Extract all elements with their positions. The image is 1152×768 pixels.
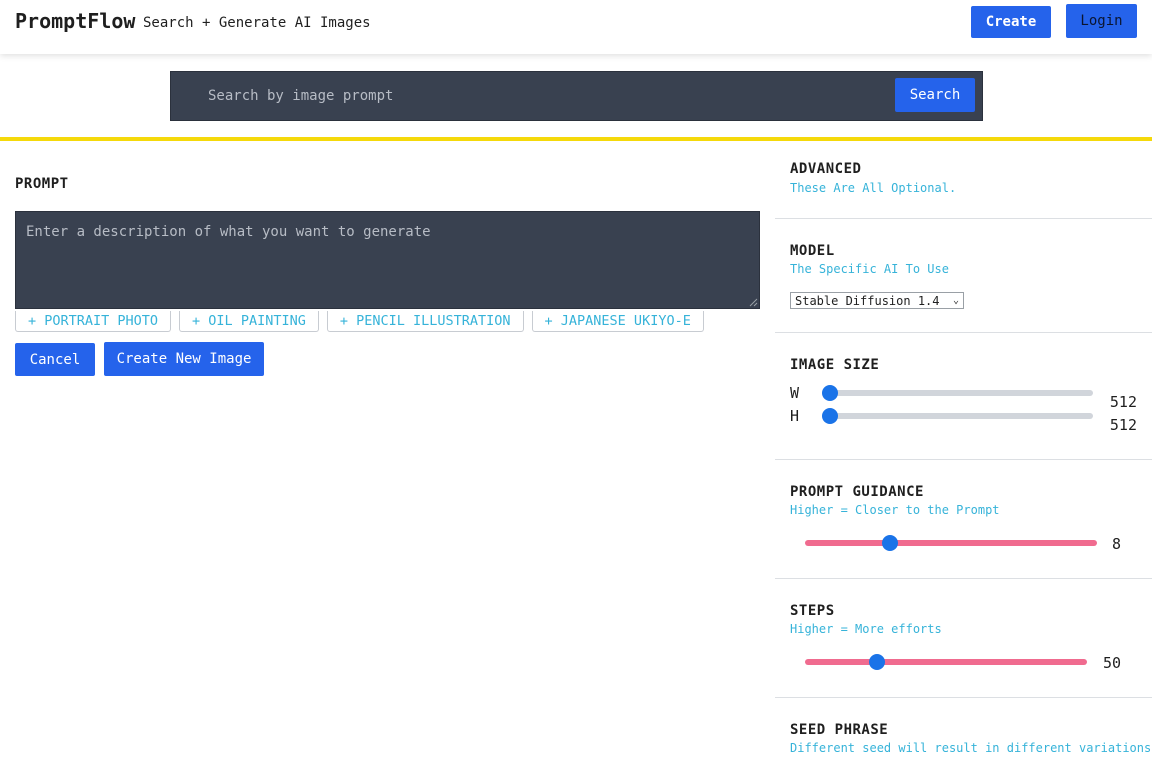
guidance-slider[interactable] (805, 535, 1097, 551)
seed-subtitle: Different seed will result in different … (790, 741, 1152, 755)
height-label: H (790, 407, 800, 425)
chip-japanese-ukiyo-e[interactable]: + JAPANESE UKIYO-E (531, 311, 704, 332)
height-slider[interactable] (822, 408, 1093, 424)
app-tagline: Search + Generate AI Images (143, 15, 371, 31)
app-logo[interactable]: PromptFlow (15, 9, 135, 33)
cancel-button[interactable]: Cancel (15, 343, 95, 376)
width-slider-thumb[interactable] (822, 385, 838, 401)
style-chip-list: + PORTRAIT PHOTO + OIL PAINTING + PENCIL… (15, 311, 704, 332)
prompt-title: PROMPT (15, 176, 69, 192)
steps-slider[interactable] (805, 654, 1087, 670)
image-size-section: IMAGE SIZE W 512 H 512 (775, 333, 1152, 460)
seed-section: SEED PHRASE Different seed will result i… (775, 698, 1152, 768)
guidance-section: PROMPT GUIDANCE Higher = Closer to the P… (775, 460, 1152, 579)
chip-portrait-photo[interactable]: + PORTRAIT PHOTO (15, 311, 172, 332)
advanced-title: ADVANCED (790, 161, 862, 177)
create-button[interactable]: Create (971, 6, 1051, 38)
model-select[interactable]: Stable Diffusion 1.4 ⌄ (790, 292, 964, 309)
advanced-panel: ADVANCED These Are All Optional. MODEL T… (775, 141, 1152, 768)
width-slider[interactable] (822, 385, 1093, 401)
model-select-value: Stable Diffusion 1.4 (795, 293, 940, 308)
steps-subtitle: Higher = More efforts (790, 622, 942, 636)
chip-pencil-illustration[interactable]: + PENCIL ILLUSTRATION (326, 311, 524, 332)
advanced-header-section: ADVANCED These Are All Optional. (775, 141, 1152, 219)
width-value: 512 (1109, 393, 1137, 411)
top-header: PromptFlow Search + Generate AI Images C… (0, 0, 1152, 54)
search-input[interactable] (179, 78, 889, 114)
chevron-down-icon: ⌄ (952, 295, 959, 306)
guidance-value: 8 (1111, 535, 1121, 553)
guidance-slider-thumb[interactable] (882, 535, 899, 551)
model-subtitle: The Specific AI To Use (790, 262, 949, 276)
guidance-title: PROMPT GUIDANCE (790, 484, 924, 500)
guidance-slider-row (805, 535, 1097, 551)
steps-slider-thumb[interactable] (868, 654, 885, 670)
chip-oil-painting[interactable]: + OIL PAINTING (179, 311, 319, 332)
steps-section: STEPS Higher = More efforts 50 (775, 579, 1152, 698)
height-slider-thumb[interactable] (822, 408, 838, 424)
model-section: MODEL The Specific AI To Use (775, 219, 1152, 333)
model-title: MODEL (790, 243, 835, 259)
image-size-title: IMAGE SIZE (790, 357, 880, 373)
width-label: W (790, 384, 800, 402)
login-button[interactable]: Login (1066, 4, 1137, 38)
search-button[interactable]: Search (895, 78, 975, 112)
resize-grip-icon[interactable] (748, 297, 758, 307)
steps-value: 50 (1102, 654, 1121, 672)
create-new-image-button[interactable]: Create New Image (104, 342, 264, 376)
height-slider-row: H (790, 407, 1093, 425)
prompt-textarea[interactable] (15, 211, 760, 309)
seed-title: SEED PHRASE (790, 722, 889, 738)
advanced-subtitle: These Are All Optional. (790, 181, 957, 195)
height-value: 512 (1109, 416, 1137, 434)
search-bar: Search (170, 71, 983, 121)
width-slider-row: W (790, 384, 1093, 402)
steps-title: STEPS (790, 603, 835, 619)
guidance-subtitle: Higher = Closer to the Prompt (790, 503, 1000, 517)
steps-slider-row (805, 654, 1087, 670)
